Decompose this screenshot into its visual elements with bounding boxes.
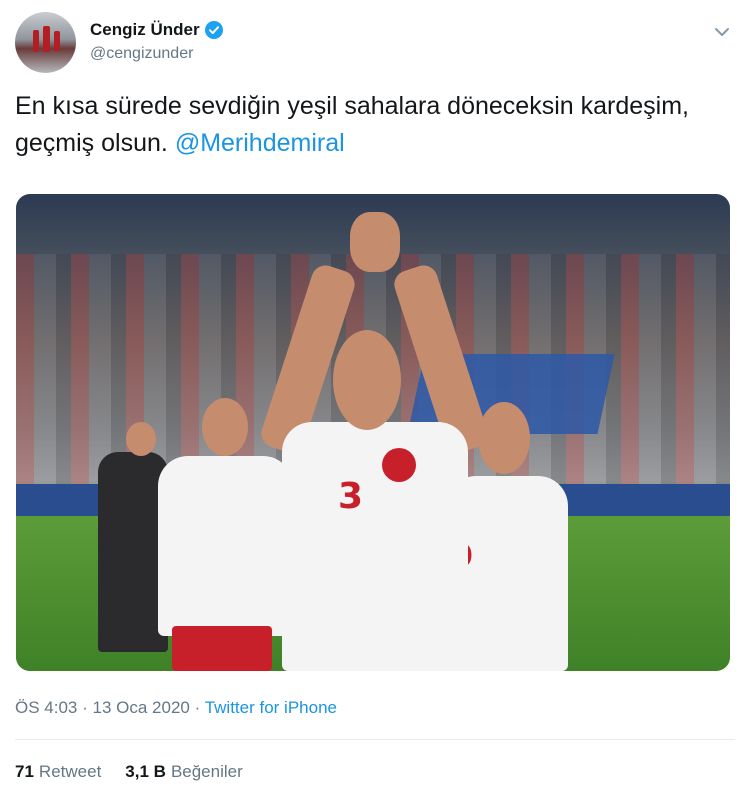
meta-separator: · [82, 698, 88, 717]
user-name[interactable]: Cengiz Ünder [90, 20, 200, 40]
meta-separator: · [194, 698, 201, 717]
player-hands [350, 212, 400, 272]
tweet-body: En kısa sürede sevdiğin yeşil sahalara d… [15, 88, 735, 162]
player-head [126, 422, 156, 456]
user-handle[interactable]: @cengizunder [90, 45, 193, 63]
jersey-number: 3 [338, 476, 364, 517]
user-name-row[interactable]: Cengiz Ünder [90, 20, 223, 40]
like-stat[interactable]: 3,1 B Beğeniler [125, 762, 242, 782]
divider [15, 739, 735, 740]
tweet-date[interactable]: 13 Oca 2020 [93, 698, 190, 717]
chevron-down-icon[interactable] [711, 21, 733, 43]
tweet-stats: 71 Retweet 3,1 B Beğeniler [15, 762, 243, 782]
retweet-count: 71 [15, 762, 34, 781]
tweet-text: En kısa sürede sevdiğin yeşil sahalara d… [15, 92, 689, 157]
verified-badge-icon [204, 21, 223, 39]
tweet-source-link[interactable]: Twitter for iPhone [205, 698, 337, 717]
player-main [282, 422, 468, 671]
like-count: 3,1 B [125, 762, 166, 781]
tweet-meta: ÖS 4:03 · 13 Oca 2020 · Twitter for iPho… [15, 698, 337, 718]
retweet-label: Retweet [38, 762, 102, 781]
player-left [158, 456, 293, 636]
player-head [333, 330, 401, 430]
retweet-stat[interactable]: 71 Retweet [15, 762, 101, 782]
player-left-shorts [172, 626, 272, 671]
tweet-header: Cengiz Ünder @cengizunder [15, 12, 735, 74]
player-head [202, 398, 248, 456]
tweet-time[interactable]: ÖS 4:03 [15, 698, 77, 717]
tweet-photo[interactable]: 0 3 [16, 194, 730, 671]
like-label: Beğeniler [170, 762, 243, 781]
mention-link[interactable]: @Merihdemiral [175, 129, 345, 157]
avatar[interactable] [15, 12, 76, 73]
crescent-star-icon [382, 448, 416, 482]
